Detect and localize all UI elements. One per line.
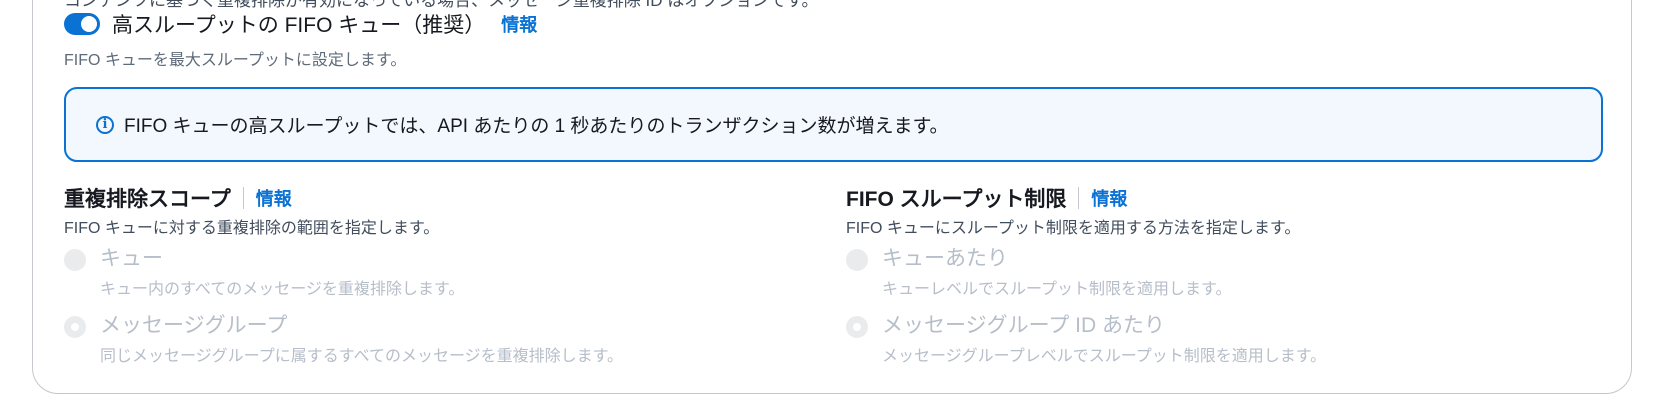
dedup-scope-info-link[interactable]: 情報 bbox=[256, 185, 292, 211]
dedup-scope-option-queue[interactable]: キュー キュー内のすべてのメッセージを重複排除します。 bbox=[64, 246, 623, 299]
info-alert: i FIFO キューの高スループットでは、API あたりの 1 秒あたりのトラン… bbox=[64, 87, 1603, 162]
option-label: キューあたり bbox=[882, 247, 1008, 270]
dedup-scope-description: FIFO キューに対する重複排除の範囲を指定します。 bbox=[64, 220, 440, 237]
radio-message-group[interactable] bbox=[64, 316, 86, 338]
option-description: キューレベルでスループット制限を適用します。 bbox=[882, 281, 1232, 298]
throughput-limit-option-per-message-group[interactable]: メッセージグループ ID あたり メッセージグループレベルでスループット制限を適… bbox=[846, 313, 1326, 366]
title-divider bbox=[1078, 187, 1080, 209]
throughput-limit-description: FIFO キューにスループット制限を適用する方法を指定します。 bbox=[846, 220, 1301, 237]
dedup-scope-title: 重複排除スコープ bbox=[64, 188, 231, 211]
option-label: キュー bbox=[100, 247, 163, 270]
info-circle-icon: i bbox=[96, 115, 114, 134]
option-description: 同じメッセージグループに属するすべてのメッセージを重複排除します。 bbox=[100, 348, 624, 365]
high-throughput-label: 高スループットの FIFO キュー（推奨） bbox=[112, 14, 486, 37]
option-label: メッセージグループ bbox=[100, 314, 288, 337]
high-throughput-info-link[interactable]: 情報 bbox=[501, 11, 537, 37]
radio-per-queue[interactable] bbox=[846, 249, 868, 271]
throughput-limit-info-link[interactable]: 情報 bbox=[1091, 185, 1127, 211]
throughput-limit-title: FIFO スループット制限 bbox=[846, 188, 1067, 211]
radio-queue[interactable] bbox=[64, 249, 86, 271]
throughput-limit-section: FIFO スループット制限 情報 FIFO キューにスループット制限を適用する方… bbox=[846, 184, 1326, 366]
toggle-knob bbox=[81, 16, 97, 32]
dedup-scope-option-message-group[interactable]: メッセージグループ 同じメッセージグループに属するすべてのメッセージを重複排除し… bbox=[64, 313, 623, 366]
high-throughput-description: FIFO キューを最大スループットに設定します。 bbox=[64, 52, 407, 69]
option-description: メッセージグループレベルでスループット制限を適用します。 bbox=[882, 348, 1327, 365]
high-throughput-row: 高スループットの FIFO キュー（推奨） 情報 bbox=[64, 10, 537, 38]
radio-per-message-group[interactable] bbox=[846, 316, 868, 338]
dedup-scope-section: 重複排除スコープ 情報 FIFO キューに対する重複排除の範囲を指定します。 キ… bbox=[64, 184, 623, 366]
title-divider bbox=[242, 187, 244, 209]
info-alert-text: FIFO キューの高スループットでは、API あたりの 1 秒あたりのトランザク… bbox=[124, 116, 949, 137]
option-label: メッセージグループ ID あたり bbox=[882, 314, 1165, 337]
option-description: キュー内のすべてのメッセージを重複排除します。 bbox=[100, 281, 465, 298]
throughput-limit-option-per-queue[interactable]: キューあたり キューレベルでスループット制限を適用します。 bbox=[846, 246, 1326, 299]
high-throughput-toggle[interactable] bbox=[64, 13, 100, 35]
